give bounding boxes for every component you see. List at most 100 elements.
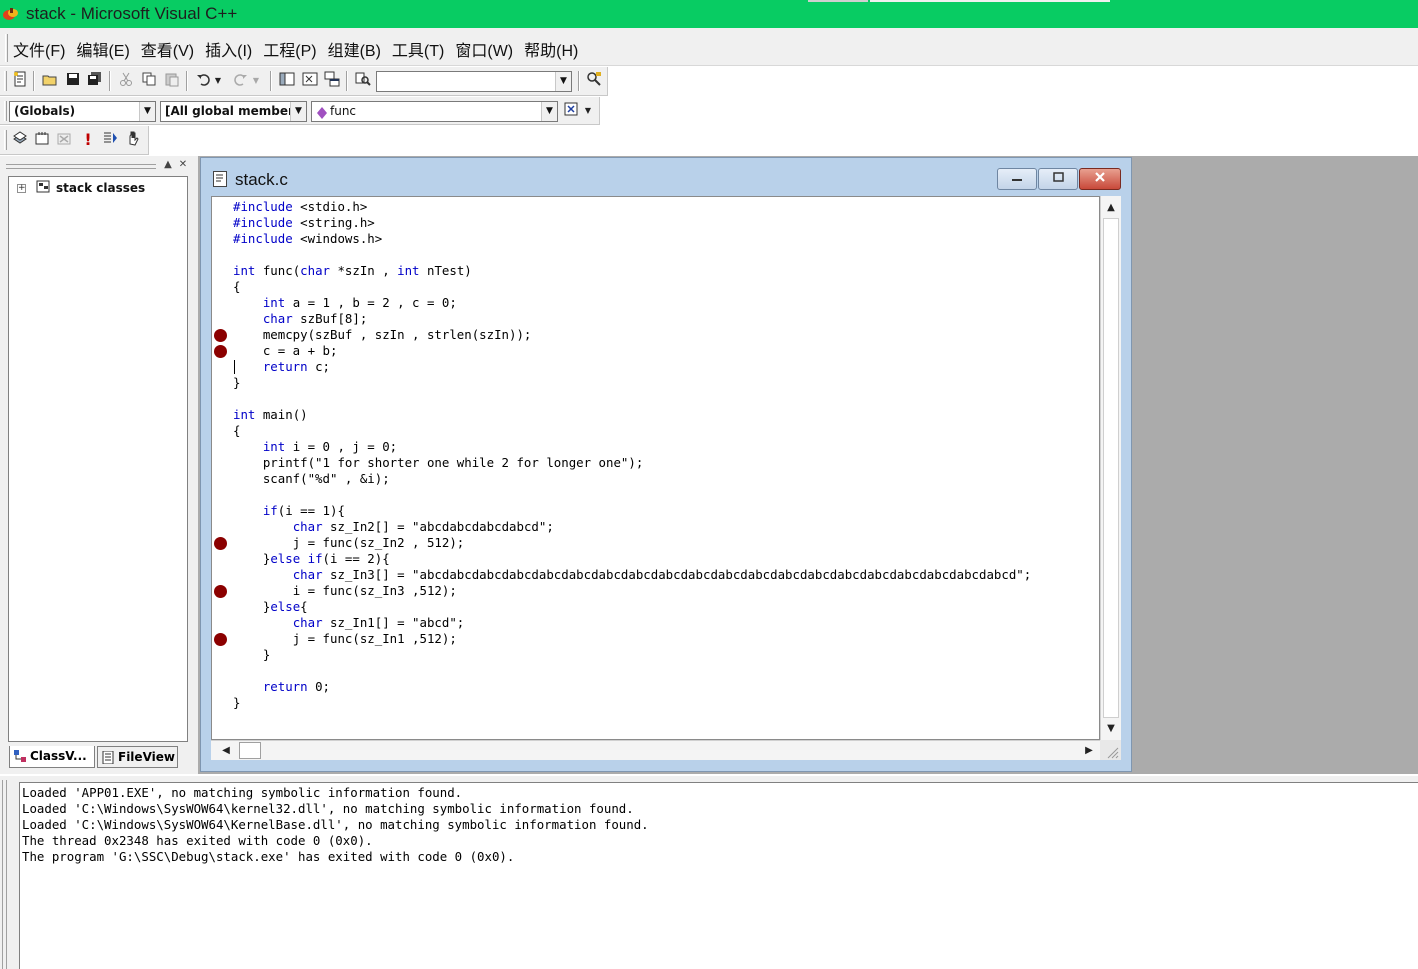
toolbar-separator xyxy=(33,71,35,91)
toolbar-grip[interactable] xyxy=(4,130,7,150)
window-list-icon[interactable] xyxy=(322,71,342,91)
save-all-icon[interactable] xyxy=(85,71,105,91)
code-line: char sz_In1[] = "abcd"; xyxy=(292,615,465,630)
menu-view[interactable]: 查看(V) xyxy=(141,37,194,61)
source-file-icon xyxy=(213,171,227,187)
code-line: return 0; xyxy=(262,679,330,694)
copy-icon[interactable] xyxy=(139,71,159,91)
menu-project[interactable]: 工程(P) xyxy=(263,37,316,61)
code-line: int i = 0 , j = 0; xyxy=(262,439,398,454)
function-diamond-icon xyxy=(317,106,327,121)
member-combo[interactable]: func ▼ xyxy=(311,101,558,122)
scroll-down-icon[interactable]: ▼ xyxy=(1101,719,1121,739)
scroll-up-icon[interactable]: ▲ xyxy=(1101,198,1121,218)
tree-root-label[interactable]: stack classes xyxy=(56,181,145,195)
breakpoint-gutter[interactable] xyxy=(212,197,232,739)
title-search-box[interactable] xyxy=(870,0,1110,2)
breakpoint-icon[interactable] xyxy=(214,345,227,358)
new-text-file-icon[interactable] xyxy=(10,71,30,91)
output-line: The thread 0x2348 has exited with code 0… xyxy=(22,833,373,848)
vertical-scrollbar[interactable]: ▲ ▼ xyxy=(1100,196,1121,740)
code-line: int main() xyxy=(233,407,308,422)
cut-icon[interactable] xyxy=(116,71,136,91)
close-icon[interactable]: ✕ xyxy=(177,159,189,171)
menu-window[interactable]: 窗口(W) xyxy=(455,37,513,61)
minimize-button[interactable] xyxy=(997,168,1037,190)
menu-bar: 文件(F) 编辑(E) 查看(V) 插入(I) 工程(P) 组建(B) 工具(T… xyxy=(0,28,1418,66)
undo-icon[interactable] xyxy=(194,71,214,91)
member-combo-value: func xyxy=(330,104,357,118)
build-icon[interactable] xyxy=(32,130,52,150)
stop-build-icon[interactable] xyxy=(54,130,74,150)
tab-fileview-label: FileView xyxy=(118,750,175,764)
toolbar-grip[interactable] xyxy=(4,71,7,91)
code-line: { xyxy=(233,279,241,294)
menu-help[interactable]: 帮助(H) xyxy=(524,37,578,61)
menubar-grip[interactable] xyxy=(5,34,8,62)
code-line: }else if(i == 2){ xyxy=(262,551,390,566)
menu-file[interactable]: 文件(F) xyxy=(13,37,65,61)
scroll-thumb[interactable] xyxy=(239,742,261,759)
wizard-action-icon[interactable] xyxy=(562,101,582,121)
filter-combo[interactable]: [All global member ▼ xyxy=(160,101,307,122)
go-icon[interactable] xyxy=(100,130,120,150)
workspace-icon[interactable] xyxy=(277,71,297,91)
panel-maximize-icon[interactable]: ▲ xyxy=(162,159,174,171)
menu-build[interactable]: 组建(B) xyxy=(328,37,381,61)
panel-grip[interactable] xyxy=(6,164,156,169)
horizontal-scrollbar[interactable]: ◀ ▶ xyxy=(211,740,1100,760)
scroll-right-icon[interactable]: ▶ xyxy=(1080,741,1098,760)
standard-toolbar: ▼ ▼ ▼ xyxy=(0,67,608,96)
tab-fileview[interactable]: FileView xyxy=(97,746,178,768)
scroll-thumb[interactable] xyxy=(1103,218,1119,718)
compile-icon[interactable] xyxy=(10,130,30,150)
minimize-icon xyxy=(1012,179,1022,181)
find-combo[interactable]: ▼ xyxy=(376,71,572,92)
output-text[interactable]: Loaded 'APP01.EXE', no matching symbolic… xyxy=(19,782,1418,969)
filter-combo-value: [All global member xyxy=(165,104,294,118)
toolbar-grip[interactable] xyxy=(4,101,7,121)
menu-tools[interactable]: 工具(T) xyxy=(392,37,444,61)
class-combo[interactable]: (Globals) ▼ xyxy=(9,101,156,122)
close-button[interactable] xyxy=(1079,168,1121,190)
find-in-files-icon[interactable] xyxy=(353,71,373,91)
code-editor[interactable]: #include <stdio.h> #include <string.h> #in… xyxy=(211,196,1100,740)
code-line: c = a + b; xyxy=(262,343,338,358)
redo-icon[interactable] xyxy=(230,71,250,91)
chevron-down-icon[interactable]: ▼ xyxy=(139,102,155,121)
chevron-down-icon[interactable]: ▼ xyxy=(555,72,571,91)
search-icon[interactable] xyxy=(584,71,604,91)
output-pane: Loaded 'APP01.EXE', no matching symbolic… xyxy=(0,774,1418,969)
build-toolbar: ! xyxy=(0,126,149,155)
menu-insert[interactable]: 插入(I) xyxy=(205,37,252,61)
title-bar: stack - Microsoft Visual C++ xyxy=(0,0,1418,28)
expand-icon[interactable]: + xyxy=(17,184,26,193)
paste-icon[interactable] xyxy=(162,71,182,91)
classes-folder-icon xyxy=(36,180,52,194)
output-grip[interactable] xyxy=(2,780,7,969)
toolbar-separator xyxy=(346,71,348,91)
breakpoint-icon[interactable] xyxy=(214,329,227,342)
save-icon[interactable] xyxy=(63,71,83,91)
code-line: if(i == 1){ xyxy=(262,503,345,518)
chevron-down-icon[interactable]: ▼ xyxy=(541,102,557,121)
chevron-down-icon[interactable]: ▼ xyxy=(290,102,306,121)
output-window-icon[interactable] xyxy=(300,71,320,91)
restore-button[interactable] xyxy=(1038,168,1078,190)
insert-breakpoint-icon[interactable] xyxy=(124,130,144,150)
undo-dropdown-icon[interactable]: ▼ xyxy=(212,71,224,91)
code-line: } xyxy=(262,647,271,662)
breakpoint-icon[interactable] xyxy=(214,585,227,598)
wizard-action-dropdown-icon[interactable]: ▼ xyxy=(582,101,594,121)
menu-edit[interactable]: 编辑(E) xyxy=(76,37,129,61)
visual-cpp-icon xyxy=(2,6,20,22)
breakpoint-icon[interactable] xyxy=(214,633,227,646)
open-folder-icon[interactable] xyxy=(40,71,60,91)
tab-classview[interactable]: ClassV... xyxy=(9,746,95,768)
size-grip-icon[interactable] xyxy=(1100,740,1121,760)
execute-icon[interactable]: ! xyxy=(78,130,98,150)
breakpoint-icon[interactable] xyxy=(214,537,227,550)
scroll-left-icon[interactable]: ◀ xyxy=(217,741,235,760)
code-line: #include <stdio.h> xyxy=(233,199,368,214)
redo-dropdown-icon[interactable]: ▼ xyxy=(250,71,262,91)
